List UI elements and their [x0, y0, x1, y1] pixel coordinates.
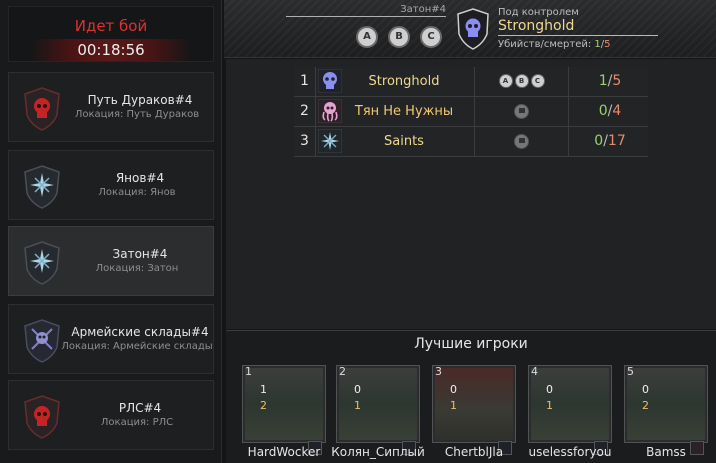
battle-status-panel: Идет бой 00:18:56	[8, 6, 214, 62]
player-name: HardWocker	[247, 445, 321, 459]
player-kills: 0	[354, 383, 361, 396]
best-players-panel: Лучшие игроки 1 1 2 HardWocker 2 0 1 Кол…	[226, 330, 716, 463]
deaths-value: 5	[612, 73, 622, 89]
clan-name: Saints	[384, 134, 424, 149]
clan-name: Тян Не Нужны	[354, 104, 454, 119]
player-card[interactable]: 5 0 2 Bamss	[624, 365, 708, 459]
table-row[interactable]: 1 Stronghold ABC 1/5	[294, 67, 648, 97]
location-subtitle: Локация: Затон	[95, 263, 179, 274]
player-card[interactable]: 3 0 1 ChertblJla	[432, 365, 516, 459]
controlling-clan-name: Stronghold	[498, 18, 658, 36]
rank-cell: 2	[294, 97, 316, 126]
location-item-zaton[interactable]: Затон#4 Локация: Затон	[8, 226, 214, 296]
location-name: Затон#4	[112, 247, 168, 261]
player-score: 2	[642, 399, 649, 412]
control-point-b[interactable]: B	[388, 26, 410, 48]
player-name: ChertblJla	[444, 445, 504, 459]
battle-timer: 00:18:56	[31, 39, 191, 61]
location-item-rls[interactable]: РЛС#4 Локация: РЛС	[8, 380, 214, 450]
location-subtitle: Локация: Путь Дураков	[74, 109, 200, 120]
control-point-a[interactable]: A	[356, 26, 378, 48]
clan-standings-panel: 1 Stronghold ABC 1/5 2 Тян Не Нужны 0/4 …	[226, 59, 716, 329]
location-item-put-durakov[interactable]: Путь Дураков#4 Локация: Путь Дураков	[8, 72, 214, 142]
location-item-army-warehouses[interactable]: Армейские склады#4 Локация: Армейские ск…	[8, 304, 214, 374]
captured-points	[474, 127, 569, 156]
player-name: uselessforyou	[528, 445, 612, 459]
player-kills: 0	[450, 383, 457, 396]
under-control-label: Под контролем	[498, 7, 579, 18]
player-rank: 1	[245, 365, 252, 378]
location-name: Янов#4	[115, 171, 165, 185]
clan-standings-table: 1 Stronghold ABC 1/5 2 Тян Не Нужны 0/4 …	[294, 67, 648, 157]
player-portrait	[528, 365, 612, 443]
kills-value: 0	[594, 133, 604, 149]
kd-score: 0/17	[572, 127, 648, 156]
location-subtitle: Локация: Армейские склады	[61, 341, 213, 352]
location-item-yanov[interactable]: Янов#4 Локация: Янов	[8, 150, 214, 220]
player-portrait	[432, 365, 516, 443]
deaths-value: 4	[612, 103, 622, 119]
purple-skull-icon	[457, 8, 489, 50]
flag-icon	[514, 104, 529, 119]
captured-points	[474, 97, 569, 126]
player-kills: 0	[642, 383, 649, 396]
player-rank: 3	[435, 365, 442, 378]
location-name: Армейские склады#4	[71, 325, 209, 339]
player-score: 1	[546, 399, 553, 412]
table-row[interactable]: 2 Тян Не Нужны 0/4	[294, 97, 648, 127]
deaths-value: 5	[604, 39, 611, 50]
table-row[interactable]: 3 Saints 0/17	[294, 127, 648, 157]
kills-value: 1	[598, 73, 608, 89]
battle-status-title: Идет бой	[74, 17, 148, 35]
player-name: Bamss	[646, 445, 686, 459]
map-name: Затон#4	[286, 4, 446, 17]
best-players-title: Лучшие игроки	[414, 336, 528, 352]
player-portrait	[624, 365, 708, 443]
location-subtitle: Локация: Янов	[98, 187, 176, 198]
player-rank: 4	[531, 365, 538, 378]
player-kills: 0	[546, 383, 553, 396]
location-name: РЛС#4	[118, 401, 162, 415]
player-score: 1	[450, 399, 457, 412]
kd-score: 0/4	[572, 97, 648, 126]
map-control-header: Затон#4 A B C Под контролем Stronghold У…	[224, 0, 716, 58]
control-point-c[interactable]: C	[420, 26, 442, 48]
kd-label: Убийств/смертей:	[498, 39, 592, 50]
rank-cell: 1	[294, 67, 316, 96]
player-card[interactable]: 4 0 1 uselessforyou	[528, 365, 612, 459]
location-name: Путь Дураков#4	[87, 93, 193, 107]
point-a-badge: A	[498, 74, 513, 88]
player-score: 1	[354, 399, 361, 412]
rank-cell: 3	[294, 127, 316, 156]
kd-score: 1/5	[572, 67, 648, 96]
blue-star-icon	[318, 129, 342, 153]
player-portrait	[242, 365, 326, 443]
player-name: Колян_Сиплый	[331, 445, 425, 459]
pink-octopus-icon	[318, 99, 342, 123]
player-card[interactable]: 2 0 1 Колян_Сиплый	[331, 365, 425, 459]
player-score: 2	[260, 399, 267, 412]
player-kills: 1	[260, 383, 267, 396]
location-subtitle: Локация: РЛС	[100, 417, 174, 428]
clan-name: Stronghold	[368, 74, 440, 89]
point-b-badge: B	[514, 74, 529, 88]
player-portrait	[336, 365, 420, 443]
flag-icon	[514, 134, 529, 149]
captured-points: ABC	[474, 67, 569, 96]
point-c-badge: C	[530, 74, 545, 88]
kills-deaths-readout: Убийств/смертей: 1/5	[498, 39, 611, 50]
player-card[interactable]: 1 1 2 HardWocker	[242, 365, 326, 459]
locations-sidebar: Идет бой 00:18:56 Путь Дураков#4 Локация…	[0, 0, 222, 463]
kills-value: 0	[598, 103, 608, 119]
purple-skull-icon	[318, 69, 342, 93]
deaths-value: 17	[607, 133, 626, 149]
player-rank: 5	[627, 365, 634, 378]
player-rank: 2	[339, 365, 346, 378]
